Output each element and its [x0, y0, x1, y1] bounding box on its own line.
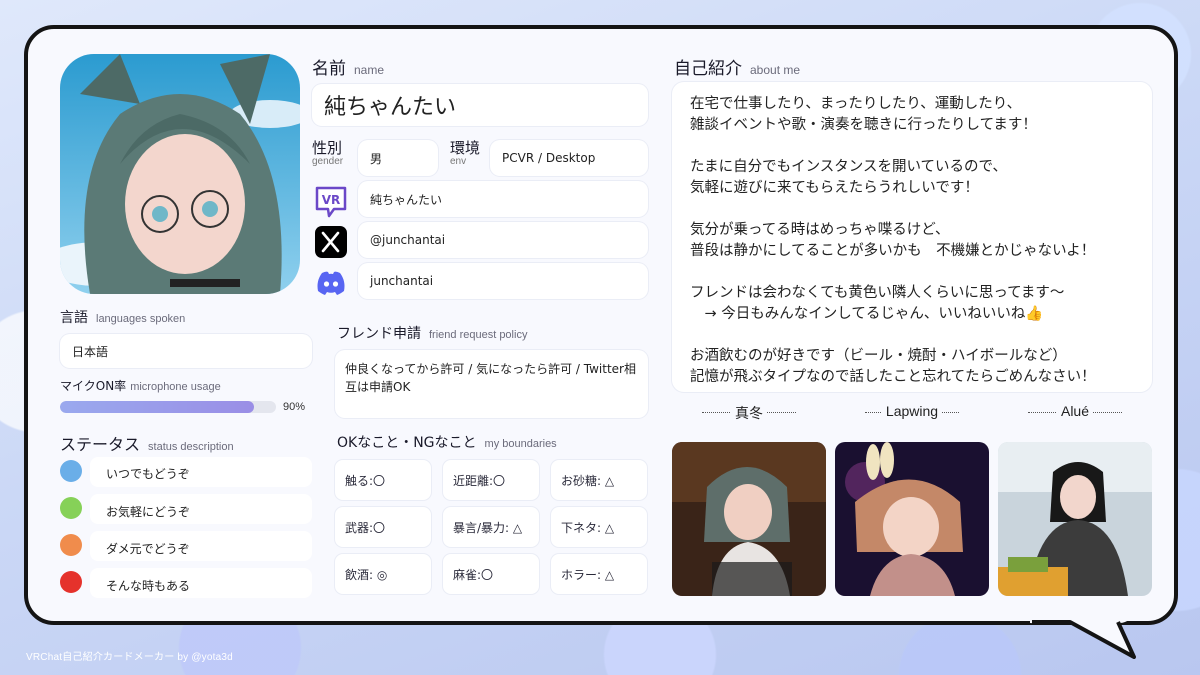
about-title: 自己紹介 about me	[674, 59, 801, 79]
status-dot-blue	[60, 460, 82, 482]
vrchat-icon: VR	[312, 182, 350, 220]
status-dot-green	[60, 497, 82, 519]
friend-name: Alué	[998, 403, 1152, 419]
mic-title: マイクON率 microphone usage	[60, 379, 221, 393]
mic-progress-bar	[60, 401, 276, 413]
env-label: 環境 env	[450, 139, 481, 167]
vrchat-account-field: 純ちゃんたい	[358, 181, 648, 217]
friend-request-field: 仲良くなってから許可 / 気になったら許可 / Twitter相互は申請OK	[335, 350, 648, 418]
status-label: ダメ元でどうぞ	[106, 542, 190, 556]
discord-account-field: junchantai	[358, 263, 648, 299]
gender-label: 性別 gender	[312, 139, 344, 167]
boundary-item: 近距離:〇	[443, 460, 539, 500]
boundary-item: 麻雀:〇	[443, 554, 539, 594]
gender-field: 男	[358, 140, 438, 176]
boundary-item: ホラー: △	[551, 554, 647, 594]
speech-bubble-tail	[1030, 619, 1136, 659]
footer-credit: VRChat自己紹介カードメーカー by @yota3d	[26, 652, 233, 663]
friend-name: 真冬	[672, 403, 826, 423]
x-account-field: @junchantai	[358, 222, 648, 258]
svg-text:VR: VR	[322, 193, 341, 207]
avatar	[60, 54, 300, 294]
boundary-item: 飲酒: ◎	[335, 554, 431, 594]
friend-photo	[835, 442, 989, 596]
env-field: PCVR / Desktop	[490, 140, 648, 176]
status-label: そんな時もある	[106, 579, 191, 593]
friend-photo	[672, 442, 826, 596]
boundary-item: 暴言/暴力: △	[443, 507, 539, 547]
about-text: 在宅で仕事したり、まったりしたり、運動したり、 雑談イベントや歌・演奏を聴きに行…	[672, 82, 1152, 392]
friend-name: Lapwing	[835, 403, 989, 419]
status-title: ステータス status description	[60, 435, 234, 454]
friend-photo	[998, 442, 1152, 596]
x-icon	[312, 223, 350, 261]
name-title: 名前 name	[312, 59, 385, 79]
status-dot-orange	[60, 534, 82, 556]
languages-field: 日本語	[60, 334, 312, 368]
status-label: お気軽にどうぞ	[106, 505, 191, 519]
name-value: 純ちゃんたい	[324, 95, 457, 120]
mic-percent: 90%	[283, 401, 306, 413]
boundary-item: 武器:〇	[335, 507, 431, 547]
status-dot-red	[60, 571, 82, 593]
mic-progress-fill	[60, 401, 255, 413]
boundary-item: 触る:〇	[335, 460, 431, 500]
boundary-item: 下ネタ: △	[551, 507, 647, 547]
discord-icon	[312, 264, 350, 302]
friend-request-title: フレンド申請 friend request policy	[337, 326, 528, 342]
name-field: 純ちゃんたい	[312, 84, 648, 126]
status-label: いつでもどうぞ	[106, 467, 190, 481]
boundaries-title: OKなこと・NGなこと my boundaries	[337, 435, 557, 451]
languages-title: 言語 languages spoken	[60, 310, 186, 326]
boundary-item: お砂糖: △	[551, 460, 647, 500]
